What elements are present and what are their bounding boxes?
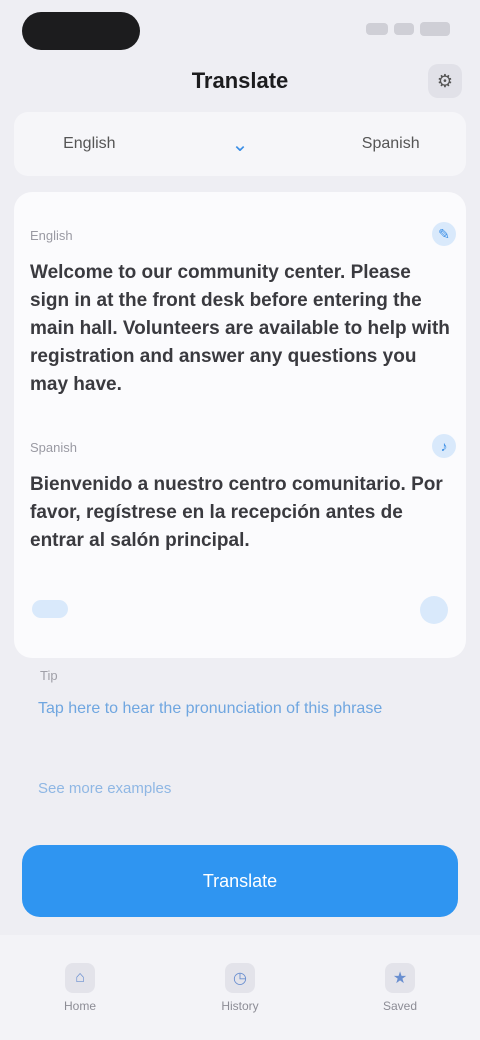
chevron-down-icon: ⌄ [231, 133, 249, 156]
tab-label: Saved [382, 998, 418, 1013]
source-text[interactable]: Welcome to our community center. Please … [30, 259, 450, 399]
tab-label: History [221, 998, 259, 1013]
tip-label: Tip [40, 668, 58, 683]
home-icon: ⌂ [65, 962, 95, 993]
translate-button[interactable]: Translate [22, 845, 458, 917]
target-language-button[interactable]: Spanish [315, 135, 466, 153]
saved-icon: ★ [385, 962, 415, 993]
target-meta: Spanish [30, 440, 77, 455]
history-icon: ◷ [225, 962, 255, 993]
source-meta: English [30, 228, 73, 243]
target-block: Spanish Bienvenido a nuestro centro comu… [30, 434, 456, 555]
wifi-icon [394, 23, 414, 35]
language-bar: English ⌄ Spanish [14, 112, 466, 176]
copy-icon[interactable]: ✎ [432, 222, 456, 246]
signal-icon [366, 23, 388, 35]
page-title: Translate [191, 68, 289, 93]
tab-history[interactable]: ◷ History [160, 935, 320, 1040]
source-block: English Welcome to our community center.… [30, 222, 456, 399]
source-language-button[interactable]: English [14, 135, 165, 153]
target-text[interactable]: Bienvenido a nuestro centro comunitario.… [30, 471, 450, 555]
speaker-icon[interactable]: ♪ [432, 434, 456, 458]
pronunciation-link[interactable]: Tap here to hear the pronunciation of th… [38, 700, 426, 718]
star-icon[interactable] [420, 596, 448, 624]
gear-icon[interactable]: ⚙ [428, 64, 462, 98]
status-pill [22, 12, 140, 50]
more-examples-link[interactable]: See more examples [38, 780, 171, 797]
battery-icon [420, 22, 450, 36]
tab-saved[interactable]: ★ Saved [320, 935, 480, 1040]
tab-home[interactable]: ⌂ Home [0, 935, 160, 1040]
speaker-icon[interactable] [32, 600, 68, 618]
bottom-tab-bar: ⌂ Home ◷ History ★ Saved [0, 935, 480, 1040]
status-indicators [360, 20, 450, 38]
swap-languages-button[interactable]: ⌄ [165, 132, 316, 157]
tab-label: Home [63, 998, 96, 1013]
